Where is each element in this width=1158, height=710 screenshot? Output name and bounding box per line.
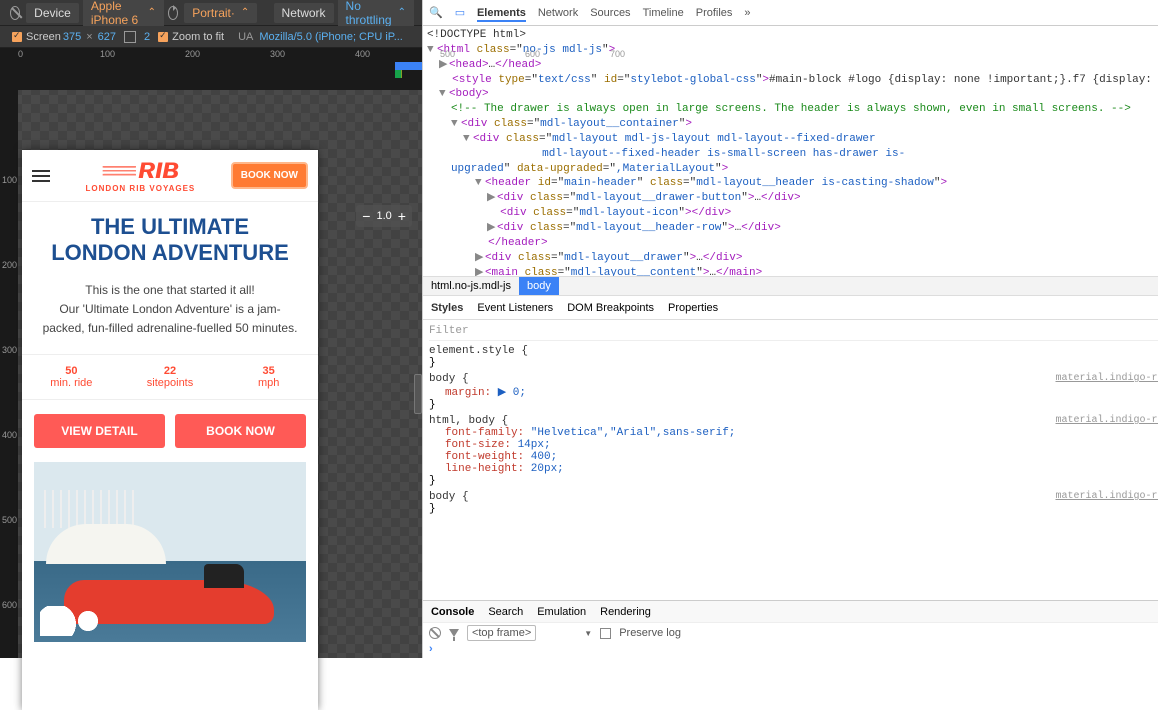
styles-tabs: Styles Event Listeners DOM Breakpoints P… [423, 296, 1158, 320]
drawer-tab-emulation[interactable]: Emulation [537, 606, 586, 618]
tab-elements[interactable]: Elements [477, 4, 526, 22]
book-now-button[interactable]: BOOK NOW [175, 414, 306, 448]
stat-sitepoints: 22sitepoints [121, 355, 220, 399]
tabs-overflow[interactable]: » [744, 4, 750, 22]
stats-row: 50min. ride 22sitepoints 35mph [22, 354, 318, 400]
network-timeline[interactable] [0, 62, 422, 90]
times-icon: × [86, 31, 92, 43]
resize-handle[interactable] [414, 374, 422, 414]
drawer-tab-console[interactable]: Console [431, 606, 474, 618]
zoom-in-button[interactable]: + [398, 208, 406, 224]
vertical-ruler: 100 200 300 400 500 600 [0, 90, 18, 658]
width-input[interactable]: 375 [63, 31, 81, 43]
inspect-icon[interactable]: 🔍 [429, 6, 443, 20]
device-frame: RIB LONDON RIB VOYAGES BOOK NOW THE ULTI… [22, 150, 318, 710]
devtools-tabs: Elements Network Sources Timeline Profil… [477, 4, 1158, 22]
frame-select[interactable]: <top frame> [467, 625, 536, 641]
ua-label: UA [238, 31, 253, 43]
tab-timeline[interactable]: Timeline [643, 4, 684, 22]
styles-tab-events[interactable]: Event Listeners [477, 302, 553, 314]
clear-console-icon[interactable] [429, 627, 441, 639]
styles-tab-styles[interactable]: Styles [431, 302, 463, 314]
devtools-panel: 🔍 ▭ Elements Network Sources Timeline Pr… [422, 0, 1158, 658]
device-toolbar-2: Screen 375 × 627 2 Zoom to fit UA Mozill… [0, 26, 422, 48]
preserve-log-checkbox[interactable] [600, 628, 611, 639]
tab-network[interactable]: Network [538, 4, 578, 22]
devtools-toolbar: 🔍 ▭ Elements Network Sources Timeline Pr… [423, 0, 1158, 26]
height-input[interactable]: 627 [98, 31, 116, 43]
stat-speed: 35mph [219, 355, 318, 399]
hero-image [34, 462, 306, 642]
stat-duration: 50min. ride [22, 355, 121, 399]
styles-body: Filter + 📌 ◆ element.style {}material.in… [423, 320, 1158, 600]
cta-row: VIEW DETAIL BOOK NOW [22, 400, 318, 462]
styles-tab-dom-bp[interactable]: DOM Breakpoints [567, 302, 654, 314]
site-logo[interactable]: RIB LONDON RIB VOYAGES [86, 158, 196, 193]
dom-tree[interactable]: <!DOCTYPE html>▼<html class="no-js mdl-j… [423, 26, 1158, 276]
filter-icon[interactable] [449, 629, 459, 637]
book-now-header-button[interactable]: BOOK NOW [231, 162, 308, 189]
styles-filter-input[interactable]: Filter [429, 325, 469, 337]
tab-profiles[interactable]: Profiles [696, 4, 733, 22]
tab-sources[interactable]: Sources [590, 4, 630, 22]
orientation-select[interactable]: Portrait · ⌃ [184, 3, 257, 23]
network-label-pill: Network [274, 3, 334, 23]
view-detail-button[interactable]: VIEW DETAIL [34, 414, 165, 448]
device-viewport-area: 100 200 300 400 500 600 − 1.0 + RIB LO [0, 90, 422, 658]
crumb-html[interactable]: html.no-js.mdl-js [423, 277, 519, 295]
horizontal-ruler: 0 100 200 300 400 500 600 700 [0, 48, 422, 62]
zoom-value: 1.0 [376, 210, 391, 222]
ua-input[interactable]: Mozilla/5.0 (iPhone; CPU iP... [259, 31, 402, 43]
site-header: RIB LONDON RIB VOYAGES BOOK NOW [22, 150, 318, 202]
drawer-tab-search[interactable]: Search [488, 606, 523, 618]
zoom-fit-checkbox[interactable] [158, 32, 168, 42]
device-mode-pane: Device Apple iPhone 6⌃ Portrait · ⌃ Netw… [0, 0, 422, 658]
zoom-fit-label: Zoom to fit [172, 31, 224, 43]
dpr-input[interactable]: 2 [144, 31, 150, 43]
styles-tab-props[interactable]: Properties [668, 302, 718, 314]
zoom-out-button[interactable]: − [362, 208, 370, 224]
drawer-tabs: Console Search Emulation Rendering [423, 600, 1158, 622]
console-drawer: <top frame> ▼ Preserve log › [423, 622, 1158, 658]
chevron-down-icon: ▼ [584, 629, 592, 638]
screen-checkbox[interactable] [12, 32, 22, 42]
console-prompt[interactable]: › [429, 641, 1158, 655]
hamburger-icon[interactable] [32, 170, 50, 182]
chevron-down-icon: ⌃ [148, 7, 156, 18]
hero-title: THE ULTIMATE LONDON ADVENTURE [22, 202, 318, 273]
device-label-pill: Device [26, 3, 79, 23]
chevron-down-icon: ⌃ [241, 7, 249, 18]
zoom-control: − 1.0 + [356, 205, 412, 227]
device-toggle-icon[interactable]: ▭ [453, 6, 467, 20]
no-entry-icon[interactable] [10, 6, 20, 20]
styles-rules[interactable]: Filter + 📌 ◆ element.style {}material.in… [423, 320, 1158, 600]
hero-description: This is the one that started it all! Our… [22, 273, 318, 355]
screen-label: Screen [26, 31, 61, 43]
breadcrumb: html.no-js.mdl-js body [423, 276, 1158, 296]
device-toolbar: Device Apple iPhone 6⌃ Portrait · ⌃ Netw… [0, 0, 422, 26]
crumb-body[interactable]: body [519, 277, 559, 295]
chevron-down-icon: ⌃ [398, 7, 406, 18]
refresh-icon[interactable] [168, 6, 178, 20]
swap-dimensions-icon[interactable] [124, 31, 136, 43]
drawer-tab-rendering[interactable]: Rendering [600, 606, 651, 618]
preserve-log-label: Preserve log [619, 627, 681, 639]
